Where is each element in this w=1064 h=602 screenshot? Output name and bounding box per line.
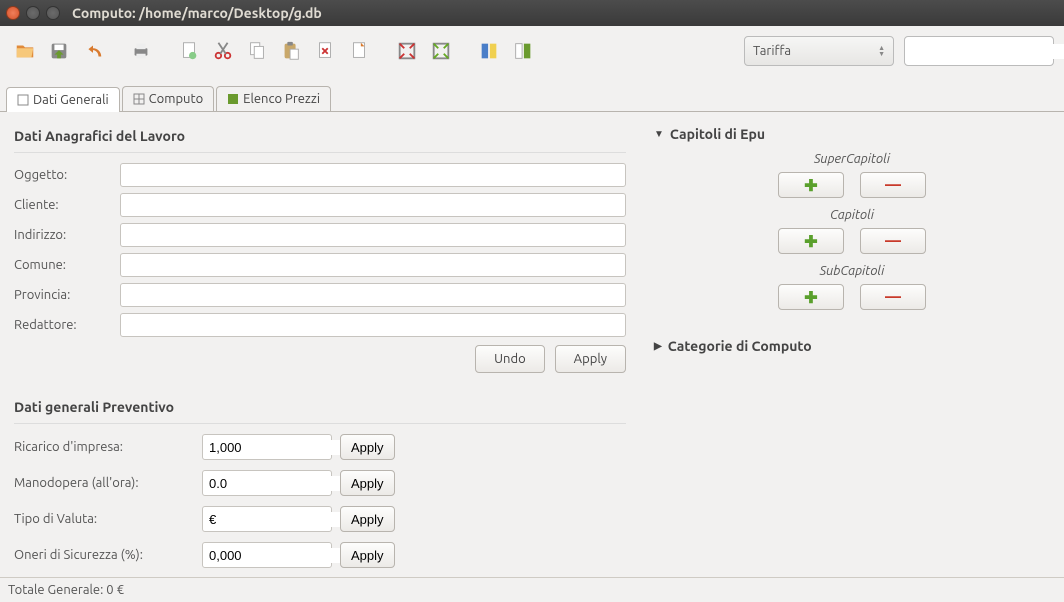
paste-icon[interactable] <box>276 36 306 66</box>
open-icon[interactable] <box>10 36 40 66</box>
minus-icon: — <box>885 176 901 194</box>
add-capitolo-button[interactable]: ✚ <box>778 228 844 254</box>
spin-oneri[interactable]: ▲▼ <box>202 542 332 568</box>
search-box[interactable]: × <box>904 36 1054 66</box>
tariffa-select[interactable]: Tariffa ▲▼ <box>744 36 894 66</box>
input-cliente[interactable] <box>120 193 626 217</box>
left-panel: Dati Anagrafici del Lavoro Oggetto: Clie… <box>0 112 640 577</box>
chevron-down-icon: ▼ <box>654 128 664 140</box>
fit-icon[interactable] <box>426 36 456 66</box>
expander-epu[interactable]: ▼ Capitoli di Epu <box>654 126 1050 142</box>
search-input[interactable] <box>915 44 1064 59</box>
categorie-title: Categorie di Computo <box>668 338 812 354</box>
save-icon[interactable] <box>44 36 74 66</box>
undo-icon[interactable] <box>78 36 108 66</box>
right-panel: ▼ Capitoli di Epu SuperCapitoli ✚ — Capi… <box>640 112 1064 577</box>
tabbar: Dati Generali Computo Elenco Prezzi <box>0 76 1064 111</box>
tab-computo[interactable]: Computo <box>122 86 215 111</box>
fullscreen-icon[interactable] <box>392 36 422 66</box>
tab-dati-generali[interactable]: Dati Generali <box>6 87 120 112</box>
list-icon <box>227 93 239 105</box>
input-provincia[interactable] <box>120 283 626 307</box>
apply-manodopera[interactable]: Apply <box>340 470 395 496</box>
tab-label: Elenco Prezzi <box>243 92 320 106</box>
label-supercapitoli: SuperCapitoli <box>654 152 1050 166</box>
spin-ricarico[interactable]: ▲▼ <box>202 434 332 460</box>
apply-oneri[interactable]: Apply <box>340 542 395 568</box>
new-doc-icon[interactable] <box>174 36 204 66</box>
statusbar: Totale Generale: 0 € <box>0 577 1064 601</box>
toolbar: Tariffa ▲▼ × <box>0 26 1064 76</box>
label-provincia: Provincia: <box>14 288 120 302</box>
label-oneri: Oneri di Sicurezza (%): <box>14 548 194 562</box>
label-valuta: Tipo di Valuta: <box>14 512 194 526</box>
input-manodopera-box[interactable] <box>202 470 332 496</box>
status-text: Totale Generale: 0 € <box>8 583 124 597</box>
maximize-icon[interactable] <box>46 6 60 20</box>
column-left-icon[interactable] <box>474 36 504 66</box>
spinner-icon: ▲▼ <box>878 45 885 57</box>
input-valuta-box[interactable] <box>202 506 332 532</box>
add-subcapitolo-button[interactable]: ✚ <box>778 284 844 310</box>
label-indirizzo: Indirizzo: <box>14 228 120 242</box>
input-redattore[interactable] <box>120 313 626 337</box>
input-indirizzo[interactable] <box>120 223 626 247</box>
tab-label: Computo <box>149 92 204 106</box>
close-icon[interactable] <box>6 6 20 20</box>
label-cliente: Cliente: <box>14 198 120 212</box>
delete-icon[interactable] <box>310 36 340 66</box>
divider <box>14 152 626 153</box>
anagrafica-title: Dati Anagrafici del Lavoro <box>14 128 626 144</box>
label-manodopera: Manodopera (all'ora): <box>14 476 194 490</box>
tariffa-label: Tariffa <box>753 44 791 58</box>
titlebar: Computo: /home/marco/Desktop/g.db <box>0 0 1064 26</box>
cut-icon[interactable] <box>208 36 238 66</box>
chevron-right-icon: ▶ <box>654 340 662 352</box>
table-icon <box>133 93 145 105</box>
label-redattore: Redattore: <box>14 318 120 332</box>
page-icon[interactable] <box>344 36 374 66</box>
plus-icon: ✚ <box>804 232 817 251</box>
copy-icon[interactable] <box>242 36 272 66</box>
epu-title: Capitoli di Epu <box>670 126 765 142</box>
input-oggetto[interactable] <box>120 163 626 187</box>
expander-categorie[interactable]: ▶ Categorie di Computo <box>654 338 1050 354</box>
minimize-icon[interactable] <box>26 6 40 20</box>
add-supercapitolo-button[interactable]: ✚ <box>778 172 844 198</box>
label-subcapitoli: SubCapitoli <box>654 264 1050 278</box>
window-title: Computo: /home/marco/Desktop/g.db <box>72 5 322 21</box>
apply-valuta[interactable]: Apply <box>340 506 395 532</box>
undo-button[interactable]: Undo <box>475 345 545 373</box>
remove-subcapitolo-button[interactable]: — <box>860 284 926 310</box>
tab-elenco-prezzi[interactable]: Elenco Prezzi <box>216 86 331 111</box>
label-comune: Comune: <box>14 258 120 272</box>
apply-button[interactable]: Apply <box>555 345 626 373</box>
tab-label: Dati Generali <box>33 93 109 107</box>
label-ricarico: Ricarico d'impresa: <box>14 440 194 454</box>
label-capitoli: Capitoli <box>654 208 1050 222</box>
remove-supercapitolo-button[interactable]: — <box>860 172 926 198</box>
column-right-icon[interactable] <box>508 36 538 66</box>
apply-ricarico[interactable]: Apply <box>340 434 395 460</box>
plus-icon: ✚ <box>804 288 817 307</box>
content: Dati Anagrafici del Lavoro Oggetto: Clie… <box>0 111 1064 577</box>
preventivo-title: Dati generali Preventivo <box>14 399 626 415</box>
label-oggetto: Oggetto: <box>14 168 120 182</box>
minus-icon: — <box>885 232 901 250</box>
remove-capitolo-button[interactable]: — <box>860 228 926 254</box>
plus-icon: ✚ <box>804 176 817 195</box>
doc-icon <box>17 94 29 106</box>
input-comune[interactable] <box>120 253 626 277</box>
minus-icon: — <box>885 288 901 306</box>
divider <box>14 423 626 424</box>
print-icon[interactable] <box>126 36 156 66</box>
